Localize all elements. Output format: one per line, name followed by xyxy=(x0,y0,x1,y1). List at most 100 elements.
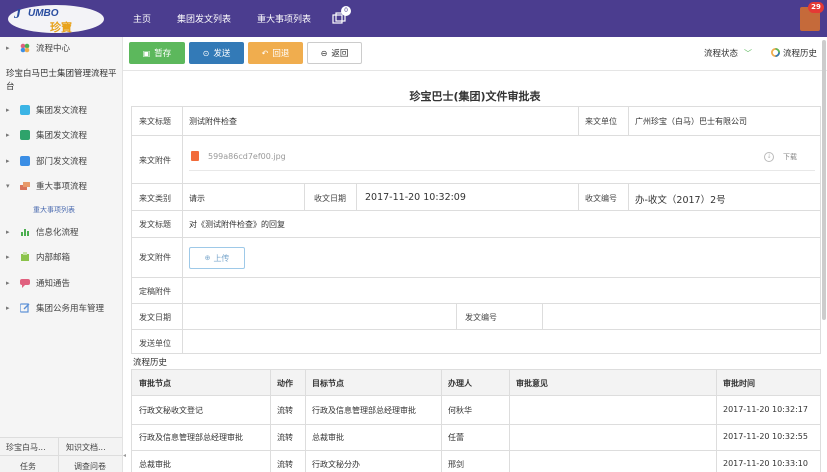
divider xyxy=(716,369,717,472)
edit-icon xyxy=(20,303,30,313)
sidebar-item-label: 集团公务用车管理 xyxy=(36,304,105,314)
save-label: 暂存 xyxy=(154,49,172,59)
table-cell: 行政文秘收文登记 xyxy=(139,406,203,415)
caret-right-icon: ▸ xyxy=(6,304,10,312)
receive-no-label: 收文编号 xyxy=(585,194,617,203)
divider xyxy=(182,106,183,354)
col-header-handler: 办理人 xyxy=(448,379,472,388)
table-cell: 行政及信息管理部总经理审批 xyxy=(139,433,243,442)
divider xyxy=(456,303,457,330)
sidebar-item-flow-center[interactable]: ▸ 流程中心 xyxy=(0,39,122,57)
sidebar-item-label: 信息化流程 xyxy=(36,228,79,238)
sidebar-item-dept-issue[interactable]: ▸ 部门发文流程 xyxy=(0,152,122,170)
bottom-tab-survey[interactable]: 调查问卷 xyxy=(74,461,106,472)
sidebar-item-major-flow[interactable]: ▾ 重大事项流程 xyxy=(0,177,122,195)
upload-button[interactable]: ⊕ 上传 xyxy=(189,247,245,269)
caret-right-icon: ▸ xyxy=(6,253,10,261)
jumbo-logo[interactable]: J UMBO 珍寶 xyxy=(6,2,106,35)
collapse-sidebar-icon[interactable]: ◂ xyxy=(123,452,128,466)
sidebar-sub-major-list[interactable]: 重大事项列表 xyxy=(33,205,75,215)
rollback-button[interactable]: ↶ 回退 xyxy=(248,42,303,64)
col-header-target: 目标节点 xyxy=(312,379,344,388)
bottom-tab-jumbo[interactable]: 珍宝白马... xyxy=(6,442,46,453)
sidebar-item-it-flow[interactable]: ▸ 信息化流程 xyxy=(0,223,122,241)
send-button[interactable]: ⊙ 发送 xyxy=(189,42,244,64)
table-cell: 行政文秘分办 xyxy=(312,460,360,469)
attachment-file-link[interactable]: 599a86cd7ef00.jpg xyxy=(208,152,286,161)
divider xyxy=(628,183,629,211)
top-nav-bar: J UMBO 珍寶 主页 集团发文列表 重大事项列表 0 29 xyxy=(0,0,827,37)
incoming-title-value: 测试附件检查 xyxy=(189,117,237,126)
caret-right-icon: ▸ xyxy=(6,106,10,114)
download-icon[interactable]: ↓ xyxy=(764,152,774,162)
svg-text:UMBO: UMBO xyxy=(28,8,59,19)
outgoing-attachment-label: 发文附件 xyxy=(139,253,171,262)
divider xyxy=(628,106,629,136)
col-header-time: 审批时间 xyxy=(723,379,755,388)
receive-date-value: 2017-11-20 10:32:09 xyxy=(365,192,466,203)
sidebar-item-mailbox[interactable]: ▸ 内部邮箱 xyxy=(0,248,122,266)
nav-home[interactable]: 主页 xyxy=(133,12,151,25)
sidebar: ▸ 流程中心 珍宝白马巴士集团管理流程平台 ▸ 集团发文流程 ▸ 集团发文流程 … xyxy=(0,37,123,472)
message-icon[interactable]: 0 xyxy=(332,5,352,26)
table-cell: 2017-11-20 10:32:55 xyxy=(723,432,808,441)
chevron-down-icon: ﹀ xyxy=(744,49,753,58)
nav-group-issue-list[interactable]: 集团发文列表 xyxy=(177,12,231,25)
table-cell: 邢剑 xyxy=(448,460,464,469)
sidebar-item-group-issue-1[interactable]: ▸ 集团发文流程 xyxy=(0,101,122,119)
outgoing-title-value: 对《测试附件检查》的回复 xyxy=(189,220,285,229)
upload-label: 上传 xyxy=(213,253,230,263)
divider xyxy=(304,183,305,211)
doc-icon xyxy=(20,156,30,166)
sidebar-item-notice[interactable]: ▸ 通知通告 xyxy=(0,274,122,292)
caret-right-icon: ▸ xyxy=(6,228,10,236)
history-caption: 流程历史 xyxy=(133,358,168,368)
scrollbar[interactable] xyxy=(822,40,826,320)
table-cell: 流转 xyxy=(277,433,293,442)
svg-text:J: J xyxy=(13,7,22,22)
caret-right-icon: ▸ xyxy=(6,131,10,139)
flow-history-button[interactable]: 流程历史 xyxy=(771,47,817,59)
nav-major-list[interactable]: 重大事项列表 xyxy=(257,12,311,25)
divider xyxy=(131,424,821,425)
doc-icon xyxy=(20,105,30,115)
org-title: 珍宝白马巴士集团管理流程平台 xyxy=(6,69,117,92)
return-button[interactable]: ⊖ 返回 xyxy=(307,42,362,64)
pie-chart-icon xyxy=(771,48,780,57)
sidebar-item-group-issue-2[interactable]: ▸ 集团发文流程 xyxy=(0,126,122,144)
divider xyxy=(270,369,271,472)
download-link[interactable]: 下载 xyxy=(783,152,797,162)
page-title: 珍宝巴士(集团)文件审批表 xyxy=(409,90,541,103)
divider xyxy=(509,369,510,472)
incoming-attachment-label: 来文附件 xyxy=(139,156,171,165)
save-button[interactable]: ▣ 暂存 xyxy=(129,42,185,64)
outgoing-unit-label: 发送单位 xyxy=(139,339,171,348)
sidebar-item-label: 通知通告 xyxy=(36,279,71,289)
bottom-tab-tasks[interactable]: 任务 xyxy=(20,461,36,472)
arrow-left-circle-icon: ⊖ xyxy=(320,48,328,58)
plus-circle-icon: ⊕ xyxy=(204,254,211,262)
divider xyxy=(441,369,442,472)
send-icon: ⊙ xyxy=(202,48,210,58)
receive-date-label: 收文日期 xyxy=(314,194,346,203)
col-header-opinion: 审批意见 xyxy=(516,379,548,388)
rollback-label: 回退 xyxy=(272,49,290,59)
final-attachment-label: 定稿附件 xyxy=(139,287,171,296)
return-label: 返回 xyxy=(331,49,349,59)
table-cell: 流转 xyxy=(277,460,293,469)
flow-status-dropdown[interactable]: 流程状态 ﹀ xyxy=(704,47,752,59)
table-cell: 任蕾 xyxy=(448,433,464,442)
sidebar-item-label: 流程中心 xyxy=(36,44,71,54)
sidebar-item-vehicle[interactable]: ▸ 集团公务用车管理 xyxy=(0,299,122,317)
divider xyxy=(131,329,821,330)
incoming-unit-value: 广州珍宝（白马）巴士有限公司 xyxy=(635,117,747,126)
bottom-tab-knowledge[interactable]: 知识文档... xyxy=(66,442,106,453)
divider xyxy=(131,135,821,136)
sidebar-item-label: 重大事项流程 xyxy=(36,182,88,192)
image-file-icon xyxy=(191,151,199,161)
outgoing-no-label: 发文编号 xyxy=(465,313,497,322)
table-cell: 总裁审批 xyxy=(312,433,344,442)
flow-status-label: 流程状态 xyxy=(704,49,739,59)
caret-right-icon: ▸ xyxy=(6,279,10,287)
chat-icon xyxy=(20,279,30,288)
